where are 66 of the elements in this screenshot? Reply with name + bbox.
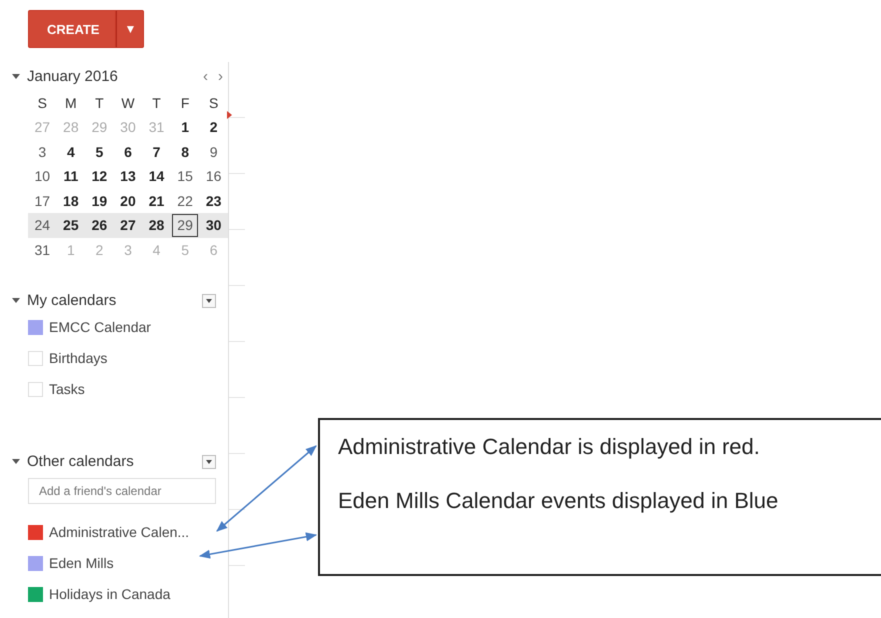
day-cell[interactable]: 24 (28, 213, 57, 238)
calendar-name[interactable]: Birthdays (49, 350, 108, 366)
month-title: January 2016 (27, 68, 119, 85)
day-cell[interactable]: 29 (170, 213, 200, 238)
weekday-label: S (208, 94, 220, 113)
section-menu-button[interactable] (202, 454, 216, 468)
day-cell[interactable]: 15 (170, 164, 200, 188)
weekday-label: S (36, 94, 48, 113)
calendar-name[interactable]: Holidays in Canada (49, 586, 170, 602)
callout-text: Administrative Calendar is displayed in red. (338, 434, 761, 460)
day-cell[interactable]: 10 (28, 164, 57, 188)
add-calendar-field[interactable]: Add a friend's calendar (28, 478, 216, 504)
day-cell[interactable]: 8 (170, 140, 200, 164)
day-cell[interactable]: 23 (199, 188, 228, 213)
expand-arrow-icon[interactable] (12, 298, 20, 303)
color-swatch[interactable] (28, 524, 43, 540)
weekday-label: T (94, 94, 105, 113)
day-cell[interactable]: 31 (28, 238, 57, 262)
color-swatch[interactable] (28, 382, 43, 396)
weekday-label: M (64, 94, 78, 113)
day-cell[interactable]: 16 (199, 164, 228, 188)
day-cell[interactable]: 19 (85, 188, 114, 213)
day-cell[interactable]: 25 (56, 213, 86, 238)
calendar-name[interactable]: Tasks (49, 381, 85, 397)
color-swatch[interactable] (28, 586, 43, 602)
calendar-name[interactable]: Eden Mills (49, 555, 114, 571)
day-cell[interactable]: 13 (114, 164, 142, 188)
color-swatch[interactable] (28, 320, 43, 334)
color-swatch[interactable] (28, 556, 43, 570)
next-month-button[interactable]: › (213, 68, 228, 85)
expand-arrow-icon[interactable] (12, 459, 20, 464)
day-cell[interactable]: 27 (114, 213, 142, 238)
day-cell[interactable]: 20 (114, 188, 142, 213)
section-title[interactable]: Other calendars (27, 453, 202, 470)
day-cell[interactable]: 9 (199, 140, 228, 164)
day-cell[interactable]: 11 (56, 164, 86, 188)
create-menu-button[interactable]: ▼ (116, 10, 144, 48)
day-cell[interactable]: 14 (142, 164, 171, 188)
color-swatch[interactable] (28, 350, 43, 366)
previous-month-button[interactable]: ‹ (198, 68, 213, 85)
day-cell[interactable]: 21 (142, 188, 171, 213)
day-cell[interactable]: 28 (142, 213, 171, 238)
expand-arrow-icon[interactable] (12, 74, 20, 79)
create-button[interactable]: CREATE (28, 10, 116, 48)
calendar-name[interactable]: Administrative Calen... (49, 524, 190, 540)
day-cell[interactable]: 30 (199, 213, 228, 238)
day-cell[interactable]: 26 (85, 213, 114, 238)
weekday-label: W (120, 94, 136, 113)
day-cell[interactable]: 3 (28, 140, 57, 164)
day-cell[interactable]: 12 (85, 164, 114, 188)
day-cell[interactable]: 5 (85, 140, 114, 164)
day-cell[interactable]: 18 (56, 188, 86, 213)
section-menu-button[interactable] (202, 294, 216, 308)
day-cell[interactable]: 7 (142, 140, 171, 164)
callout-text: Eden Mills Calendar events displayed in Blue (338, 488, 780, 514)
time-marker-icon (227, 111, 232, 119)
day-cell[interactable]: 17 (28, 188, 57, 213)
day-cell[interactable]: 22 (170, 188, 200, 213)
weekday-label: F (180, 94, 190, 113)
weekday-label: T (151, 94, 162, 113)
day-cell[interactable]: 6 (114, 140, 142, 164)
day-cell[interactable]: 1 (170, 115, 200, 140)
day-cell[interactable]: 2 (199, 115, 228, 140)
day-cell[interactable]: 4 (56, 140, 86, 164)
section-title[interactable]: My calendars (27, 292, 202, 309)
calendar-name[interactable]: EMCC Calendar (49, 319, 151, 335)
